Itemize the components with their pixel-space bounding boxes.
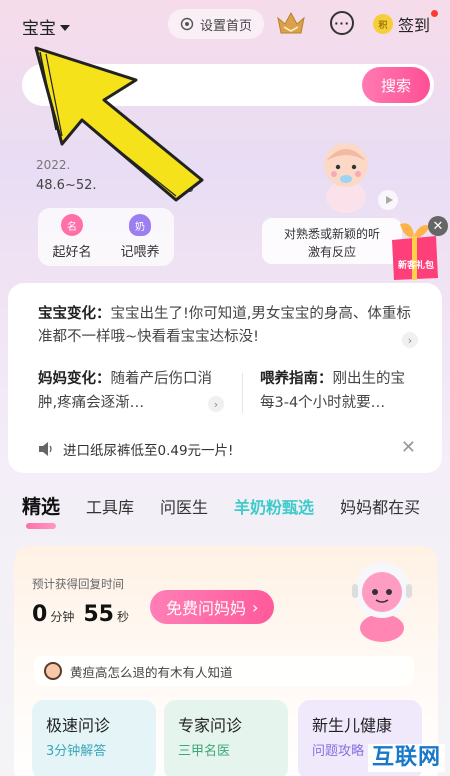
set-home-label: 设置首页 [200, 18, 253, 34]
feeding-body: 刚出生的宝 [332, 371, 406, 387]
divider [242, 373, 243, 413]
baby-change-text[interactable]: 宝宝变化：宝宝出生了!你可知道,男女宝宝的身高、体重标准都不一样哦~快看看宝宝达… [38, 303, 424, 349]
caret-down-icon [60, 24, 70, 31]
reply-time-label: 预计获得回复时间 [32, 577, 124, 591]
close-icon[interactable]: ✕ [401, 439, 416, 457]
consult-card: 预计获得回复时间 0 分钟 55 秒 免费问妈妈 › 黄疸高怎么退的有木有人知道… [14, 546, 438, 776]
message-icon[interactable]: ··· [330, 11, 354, 35]
tab-goat-milk[interactable]: 羊奶粉甄选 [234, 494, 314, 521]
bubble-line-2: 激有反应 [307, 245, 356, 259]
minutes-unit: 分钟 [50, 610, 75, 624]
play-icon[interactable] [378, 190, 398, 210]
signin-label: 签到 [398, 16, 431, 35]
reply-seconds: 55 [83, 602, 114, 627]
option-title: 新生儿健康 [312, 716, 393, 735]
quick-tools: 名 起好名 奶 记喂养 [38, 208, 174, 266]
speaker-icon [39, 442, 52, 456]
baby-switcher[interactable]: 宝宝 [22, 14, 70, 39]
baby-change-title: 宝宝变化： [38, 306, 111, 322]
target-icon [180, 17, 194, 31]
baby-fact-bubble[interactable]: 对熟悉或新颖的听 激有反应 [262, 218, 402, 264]
tool-label: 记喂养 [120, 245, 160, 260]
promo-label: 新客礼包 [397, 261, 434, 271]
daily-info-card: 宝宝变化：宝宝出生了!你可知道,男女宝宝的身高、体重标准都不一样哦~快看看宝宝达… [8, 283, 442, 473]
coin-icon: 积 [373, 14, 393, 34]
option-sub: 三甲名医 [178, 744, 231, 759]
baby-name: 宝宝 [22, 19, 56, 39]
free-ask-label: 免费问妈妈 [166, 599, 247, 618]
tab-featured[interactable]: 精选 [22, 492, 60, 529]
name-icon: 名 [60, 214, 83, 236]
option-sub: 3分钟解答 [46, 744, 107, 759]
chevron-right-icon[interactable]: › [208, 396, 224, 412]
reply-minutes: 0 [32, 602, 48, 627]
pointer-arrow-icon [34, 46, 204, 202]
expert-consult-option[interactable]: 专家问诊 三甲名医 [164, 700, 288, 776]
baby-illustration-icon [324, 143, 368, 213]
search-button[interactable]: 搜索 [362, 67, 430, 103]
mom-change[interactable]: 妈妈变化：随着产后伤口消肿,疼痛会逐渐… [38, 367, 228, 415]
signin-button[interactable]: 积 签到 [373, 10, 439, 36]
close-icon[interactable]: ✕ [428, 216, 448, 236]
feeding-guide[interactable]: 喂养指南：刚出生的宝 每3-4个小时就要… [260, 367, 450, 415]
tool-label: 起好名 [52, 245, 92, 260]
mom-change-title: 妈妈变化： [38, 371, 111, 387]
set-home-button[interactable]: 设置首页 [168, 9, 265, 39]
avatar [44, 662, 62, 680]
seconds-unit: 秒 [116, 610, 129, 624]
option-title: 专家问诊 [178, 716, 243, 735]
promo-notice[interactable]: 进口纸尿裤低至0.49元一片! [38, 439, 233, 459]
tab-tools[interactable]: 工具库 [86, 494, 134, 521]
tab-moms-buy[interactable]: 妈妈都在买 [340, 494, 420, 521]
tab-ask-doctor[interactable]: 问医生 [160, 494, 208, 521]
question-text: 黄疸高怎么退的有木有人知道 [70, 664, 233, 680]
chevron-right-icon[interactable]: › [402, 332, 418, 348]
feeding-title: 喂养指南： [260, 371, 333, 387]
hot-question[interactable]: 黄疸高怎么退的有木有人知道 [34, 656, 414, 686]
crown-icon[interactable] [276, 10, 306, 36]
signin-label-wrap: 签到 [398, 10, 439, 36]
watermark-logo: 互联网 [368, 744, 446, 772]
feeding-icon: 奶 [128, 214, 151, 236]
free-ask-button[interactable]: 免费问妈妈 › [150, 590, 275, 624]
mascot-robot-icon [352, 562, 412, 642]
reply-time: 0 分钟 55 秒 [32, 602, 129, 627]
fast-consult-option[interactable]: 极速问诊 3分钟解答 [32, 700, 156, 776]
feeding-body-2: 每3-4个小时就要… [260, 395, 386, 411]
chevron-right-icon: › [252, 597, 259, 617]
option-title: 极速问诊 [46, 716, 111, 735]
category-tabs: 精选 工具库 问医生 羊奶粉甄选 妈妈都在买 [22, 492, 450, 529]
notification-dot [431, 10, 439, 17]
tool-naming[interactable]: 名 起好名 [52, 214, 92, 260]
bubble-line-1: 对熟悉或新颖的听 [283, 227, 380, 241]
notice-text: 进口纸尿裤低至0.49元一片! [63, 443, 234, 459]
tool-feeding[interactable]: 奶 记喂养 [120, 214, 160, 260]
